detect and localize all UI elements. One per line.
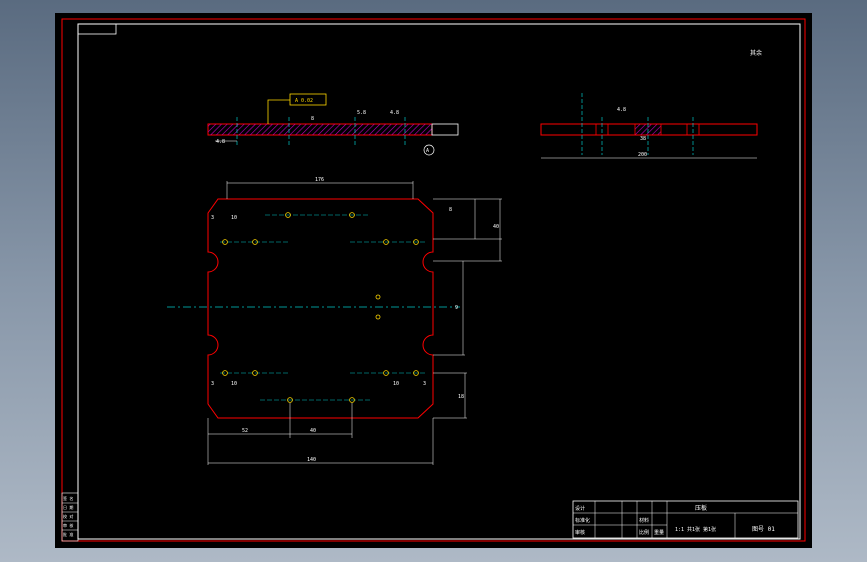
dim-hole-3c: 3 <box>423 381 426 387</box>
dim-mid-right: 9 <box>455 305 458 311</box>
tb-row2-c: 材料 <box>639 517 649 524</box>
dim-section-left: 4.8 <box>216 139 225 145</box>
dim-bottom-left-b: 40 <box>310 428 316 434</box>
dim-section-r2: 4.8 <box>390 110 399 116</box>
dim-hole-10a: 10 <box>231 215 237 221</box>
tb-sheet: 图号 01 <box>752 526 775 533</box>
strip-cell-4: 审 核 <box>63 522 73 528</box>
strip-cell-5: 批 准 <box>63 531 73 537</box>
tb-drawing-no: 1:1 共1张 第1张 <box>675 526 716 533</box>
tb-row1-a: 设计 <box>575 505 585 512</box>
dim-bottom-right: 18 <box>458 394 464 400</box>
dim-bottom-left-a: 52 <box>242 428 248 434</box>
dim-side-total: 200 <box>638 152 647 158</box>
dim-section-mid: 8 <box>311 116 314 122</box>
strip-cell-1: 签 名 <box>63 495 73 501</box>
section-label: A <box>426 148 429 154</box>
dim-plate-width: 176 <box>315 177 324 183</box>
roughness-note: 其余 <box>750 49 762 57</box>
drawing-canvas[interactable]: 其余 A 0.02 4.8 8 5.8 4.8 A 200 4.8 38 176… <box>55 13 812 548</box>
dim-side-right: 40 <box>493 224 499 230</box>
dim-hole-10c: 10 <box>393 381 399 387</box>
callout-label: A 0.02 <box>295 98 313 104</box>
section-hatch <box>208 124 432 135</box>
strip-cell-2: 日 期 <box>63 504 73 510</box>
cad-viewport[interactable]: 其余 A 0.02 4.8 8 5.8 4.8 A 200 4.8 38 176… <box>55 13 812 548</box>
tb-part-name: 压板 <box>695 504 707 512</box>
dim-hole-3b: 3 <box>211 381 214 387</box>
tb-row2-a: 标准化 <box>575 517 590 524</box>
strip-cell-3: 校 对 <box>63 513 73 519</box>
dim-side-w: 38 <box>640 136 646 142</box>
dim-section-r1: 5.8 <box>357 110 366 116</box>
dim-hole-10b: 10 <box>231 381 237 387</box>
tb-row3-c: 比例 <box>639 529 649 536</box>
dim-hole-3a: 3 <box>211 215 214 221</box>
dim-side-top: 4.8 <box>617 107 626 113</box>
tb-row3-a: 审核 <box>575 529 585 536</box>
dim-inner-width: 140 <box>307 457 316 463</box>
tb-row3-d: 重量 <box>654 529 664 536</box>
dim-top-gap: 8 <box>449 207 452 213</box>
